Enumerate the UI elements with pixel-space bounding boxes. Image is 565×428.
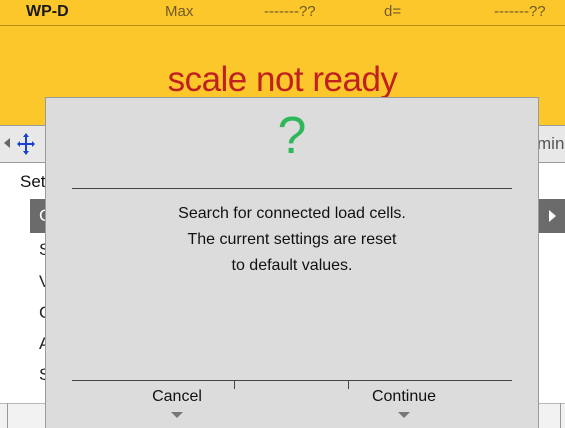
arrow-right-icon[interactable] — [540, 199, 565, 233]
softkey-divider — [7, 403, 8, 428]
max-label: Max — [165, 3, 194, 20]
arrow-left-icon[interactable] — [4, 138, 10, 148]
dialog-message-line: to default values. — [231, 257, 353, 274]
chevron-down-icon — [171, 412, 183, 418]
continue-button-label: Continue — [371, 388, 437, 405]
confirm-dialog: ? Search for connected load cells. The c… — [46, 98, 538, 428]
header-info-row: WP-D Max -------?? d= -------?? — [0, 0, 565, 24]
max-value: -------?? — [264, 3, 316, 20]
header-divider — [0, 25, 565, 26]
d-label: d= — [384, 3, 402, 20]
dialog-message-line: Search for connected load cells. — [178, 205, 406, 222]
dialog-divider — [72, 380, 512, 381]
cancel-button-label: Cancel — [152, 388, 202, 405]
nav-unit-text: min — [537, 134, 565, 153]
move-icon[interactable] — [15, 131, 37, 157]
question-icon: ? — [277, 107, 307, 165]
d-value: -------?? — [494, 3, 546, 20]
cancel-button[interactable]: Cancel — [102, 382, 252, 422]
menu-title: Set — [20, 172, 46, 191]
dialog-divider — [72, 188, 512, 189]
dialog-message-line: The current settings are reset — [187, 231, 397, 248]
chevron-down-icon — [398, 412, 410, 418]
scale-id: WP-D — [26, 3, 69, 20]
continue-button[interactable]: Continue — [329, 382, 479, 422]
status-message: scale not ready — [167, 60, 398, 99]
softkey-divider — [560, 403, 561, 428]
dialog-message: Search for connected load cells. The cur… — [46, 201, 538, 279]
